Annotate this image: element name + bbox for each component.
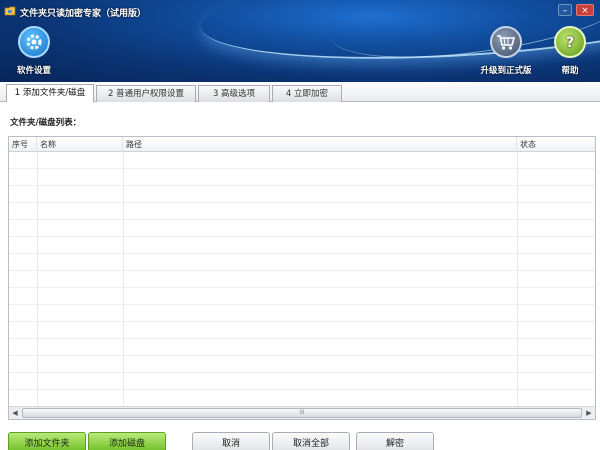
scroll-right-arrow-icon[interactable]: ▶: [583, 407, 595, 419]
help-button[interactable]: ? 帮助: [540, 26, 600, 76]
tab-encrypt-now[interactable]: 4 立即加密: [272, 85, 342, 102]
list-label: 文件夹/磁盘列表：: [10, 118, 82, 128]
add-disk-button[interactable]: 添加磁盘: [88, 432, 166, 450]
tab-bar: 1 添加文件夹/磁盘 2 普通用户权限设置 3 高级选项 4 立即加密: [0, 82, 600, 102]
table-row: [9, 390, 595, 407]
horizontal-scrollbar[interactable]: ◀ III ▶: [9, 406, 595, 419]
column-header-index[interactable]: 序号: [9, 137, 37, 152]
table-row: [9, 339, 595, 356]
table-header: 序号 名称 路径 状态: [9, 137, 595, 152]
app-logo-icon: [4, 6, 16, 16]
settings-button[interactable]: 软件设置: [4, 26, 64, 76]
table-body: [9, 152, 595, 407]
column-header-name[interactable]: 名称: [37, 137, 123, 152]
cancel-all-button[interactable]: 取消全部: [272, 432, 350, 450]
table-row: [9, 220, 595, 237]
table-row: [9, 237, 595, 254]
svg-text:?: ?: [566, 35, 574, 51]
upgrade-label: 升级到正式版: [480, 66, 532, 76]
close-button[interactable]: ×: [576, 4, 594, 16]
gear-icon: [18, 26, 50, 58]
minimize-button[interactable]: –: [558, 4, 572, 16]
column-header-path[interactable]: 路径: [123, 137, 517, 152]
window-controls: – ×: [558, 4, 594, 16]
settings-label: 软件设置: [16, 66, 51, 76]
app-header: 文件夹只读加密专家（试用版） – × 软件设置 升级到正式版 ? 帮助: [0, 0, 600, 82]
scroll-left-arrow-icon[interactable]: ◀: [9, 407, 21, 419]
table-row: [9, 322, 595, 339]
table-row: [9, 152, 595, 169]
add-folder-button[interactable]: 添加文件夹: [8, 432, 86, 450]
shopping-cart-icon: [490, 26, 522, 58]
scrollbar-thumb[interactable]: III: [22, 408, 582, 418]
cancel-button[interactable]: 取消: [192, 432, 270, 450]
tab-advanced-options[interactable]: 3 高级选项: [198, 85, 270, 102]
upgrade-button[interactable]: 升级到正式版: [476, 26, 536, 76]
help-icon: ?: [554, 26, 586, 58]
table-row: [9, 169, 595, 186]
table-row: [9, 186, 595, 203]
window-title: 文件夹只读加密专家（试用版）: [20, 9, 147, 19]
table-row: [9, 305, 595, 322]
table-row: [9, 254, 595, 271]
table-row: [9, 356, 595, 373]
table-row: [9, 271, 595, 288]
column-header-status[interactable]: 状态: [517, 137, 595, 152]
tab-add-folder[interactable]: 1 添加文件夹/磁盘: [6, 84, 94, 102]
table-row: [9, 373, 595, 390]
tab-user-permissions[interactable]: 2 普通用户权限设置: [96, 85, 196, 102]
folder-list-table[interactable]: 序号 名称 路径 状态 ◀ III ▶: [8, 136, 596, 420]
decrypt-button[interactable]: 解密: [356, 432, 434, 450]
help-label: 帮助: [561, 66, 579, 76]
table-row: [9, 288, 595, 305]
table-row: [9, 203, 595, 220]
